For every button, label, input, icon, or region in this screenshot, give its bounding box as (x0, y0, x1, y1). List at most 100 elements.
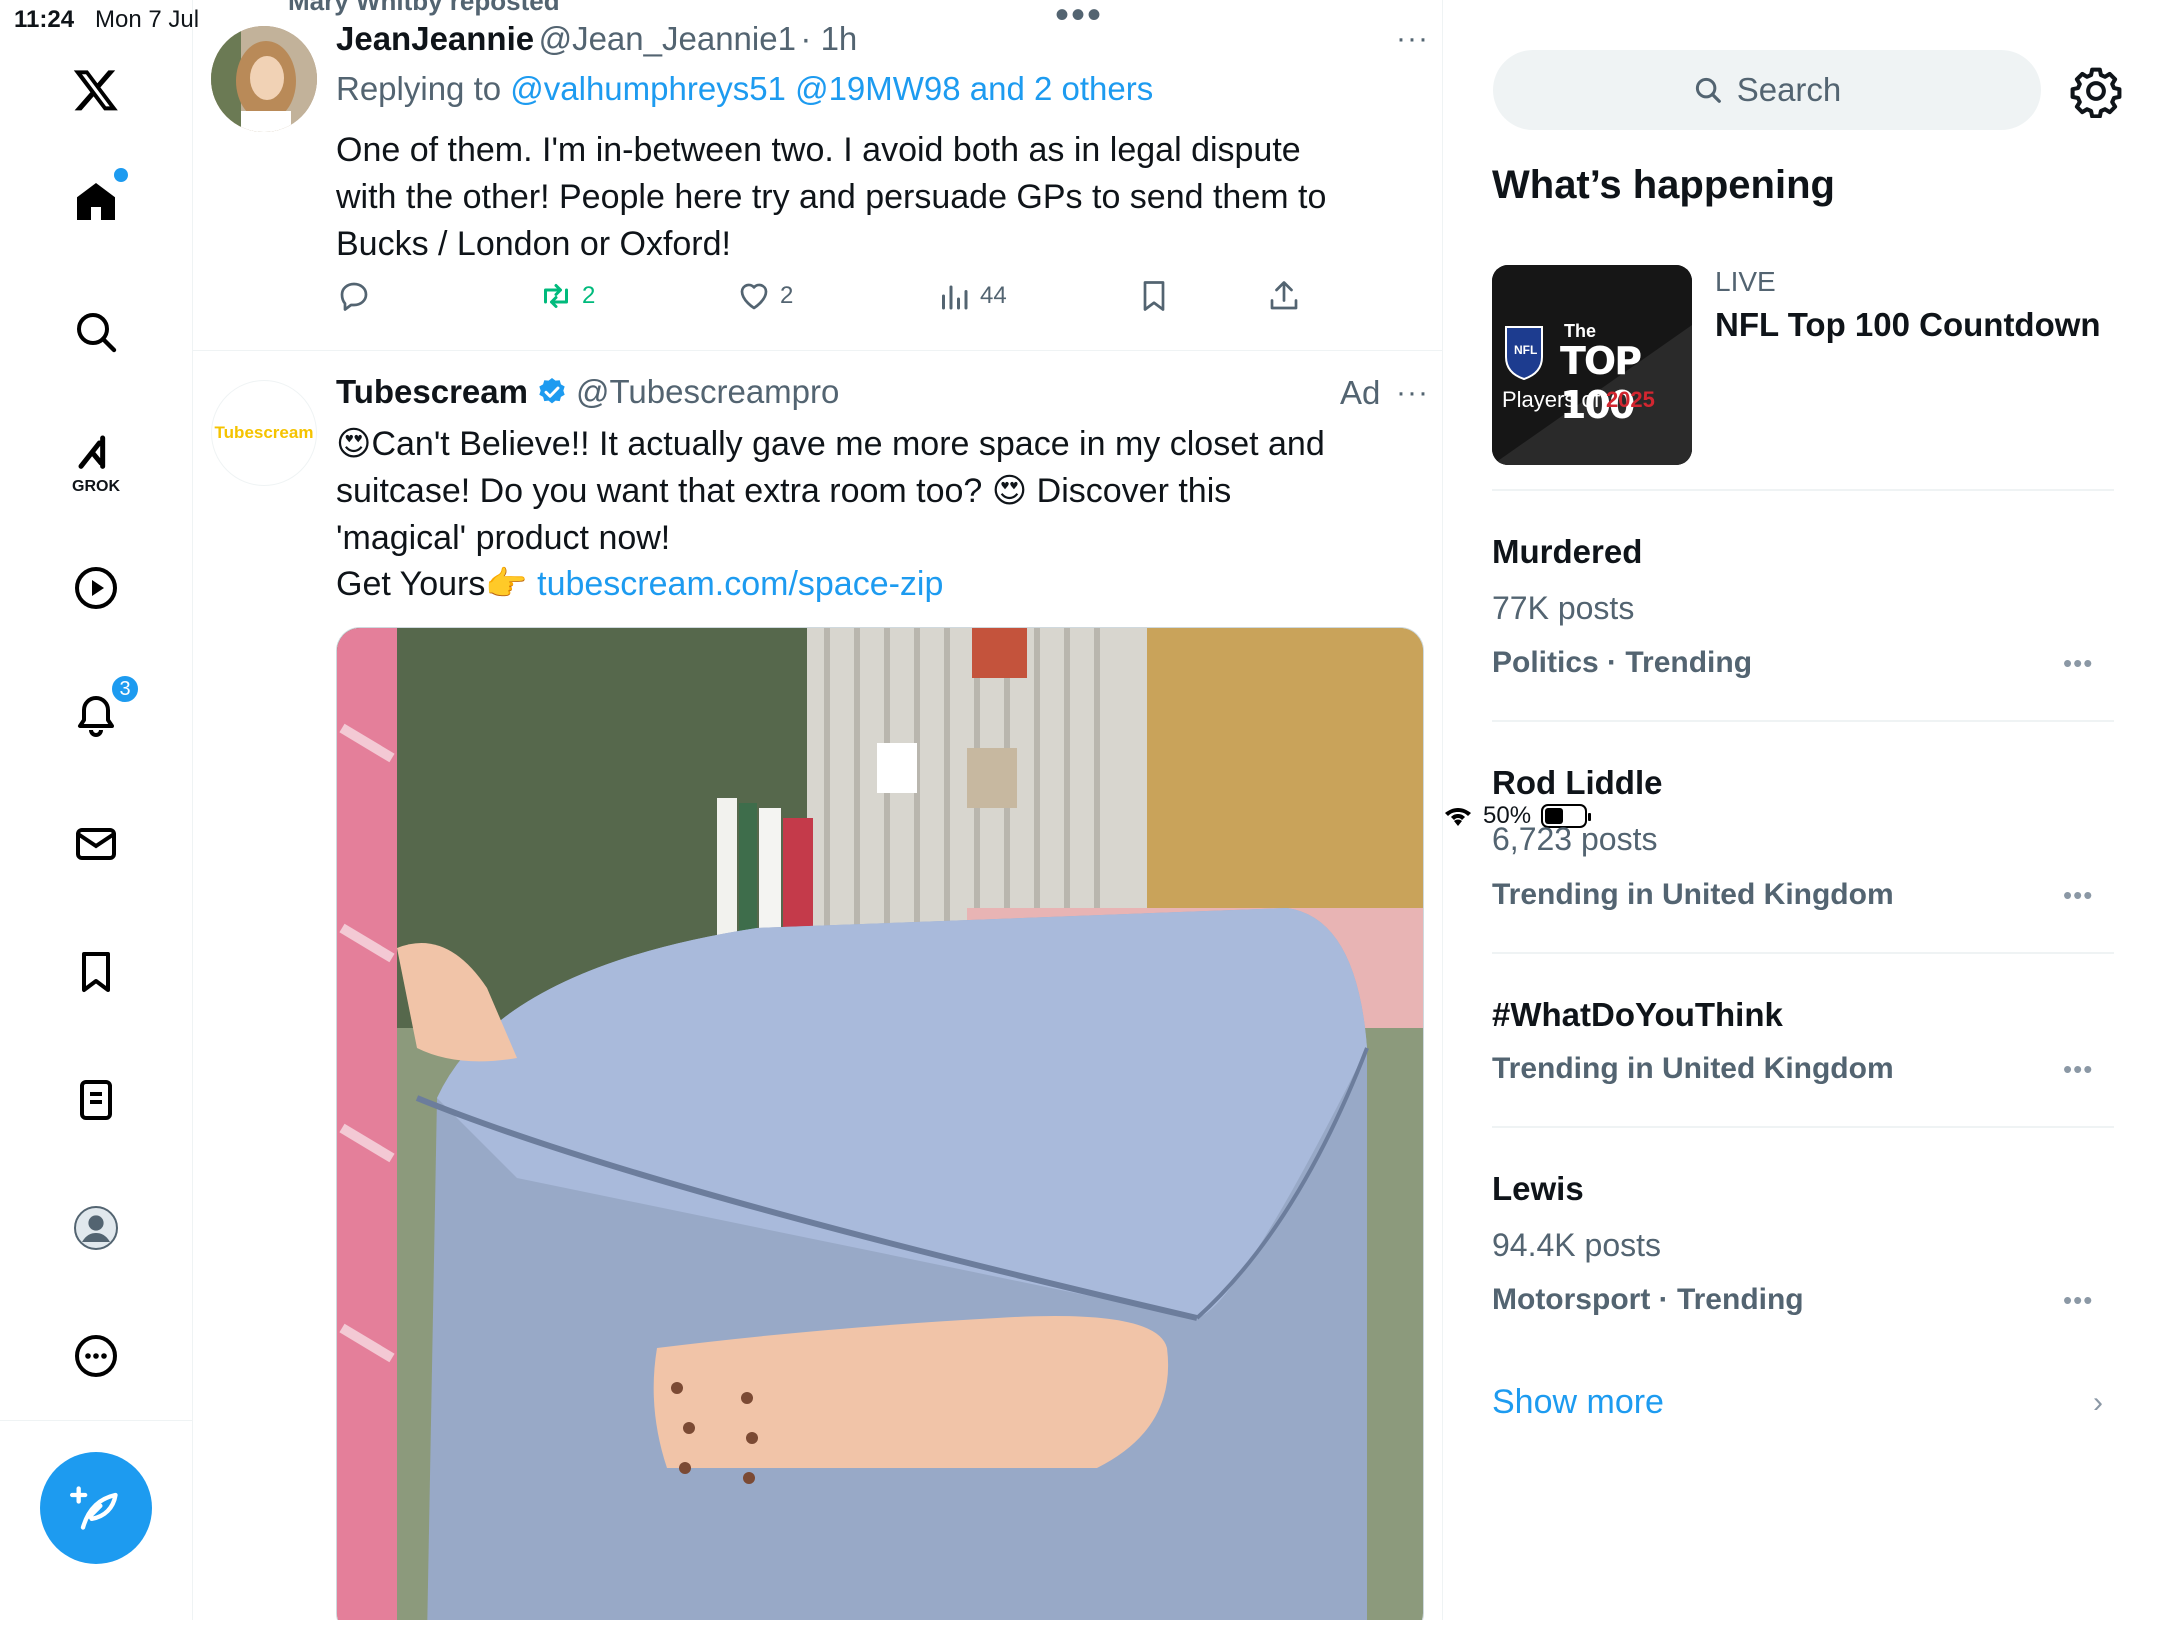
tweet-header: JeanJeannie @Jean_Jeannie1 · 1h (336, 20, 857, 58)
compose-feather-icon (70, 1486, 118, 1530)
tweet-time[interactable]: · 1h (800, 20, 857, 57)
reply-button[interactable] (336, 278, 372, 314)
replying-prefix: Replying to (336, 70, 511, 107)
live-label: LIVE (1715, 266, 1776, 297)
repost-button[interactable]: 2 (538, 278, 595, 314)
trend-name: Murdered (1492, 533, 1643, 570)
compose-button[interactable] (40, 1452, 152, 1564)
author-handle[interactable]: @Jean_Jeannie1 (539, 20, 796, 57)
views-count: 44 (980, 282, 1007, 309)
trend-count: 6,723 posts (1492, 821, 1658, 857)
live-title: NFL Top 100 Countdown (1715, 306, 2101, 343)
repost-indicator: Mary Whitby reposted (288, 0, 560, 16)
ad-video-frame (337, 628, 1423, 1620)
search-bar[interactable]: Search (1493, 50, 2041, 130)
x-logo[interactable] (56, 50, 136, 130)
trend-name: Lewis (1492, 1170, 1584, 1207)
avatar[interactable] (211, 26, 317, 132)
search-icon (77, 313, 117, 353)
ad-label: Ad (1340, 374, 1381, 411)
advertiser-name[interactable]: Tubescream (336, 373, 528, 411)
nav-lists[interactable] (56, 1060, 136, 1140)
nav-video[interactable] (56, 548, 136, 628)
advertiser-avatar[interactable]: Tubescream (211, 380, 317, 486)
like-count: 2 (780, 282, 794, 309)
advertiser-handle[interactable]: @Tubescreampro (576, 373, 839, 411)
nfl-badge-text: NFL (1514, 343, 1538, 357)
right-sidebar: Search What’s happening NFL The TOP 100 … (1443, 0, 2160, 1620)
avatar-photo (211, 26, 317, 132)
views-chart-icon (942, 285, 968, 310)
ad-text: 😍Can't Believe!! It actually gave me mor… (336, 425, 1325, 557)
ad-more-button[interactable]: ··· (1396, 376, 1429, 410)
ad-cta-prefix: Get Yours👉 (336, 565, 538, 603)
trend-more-button[interactable]: ••• (2063, 880, 2093, 911)
trend-category: Trending in United Kingdom (1492, 878, 1894, 911)
show-more-link[interactable]: Show more (1492, 1383, 1664, 1422)
more-circle-icon (75, 1335, 117, 1377)
trend-more-button[interactable]: ••• (2063, 1285, 2093, 1316)
search-icon (1695, 77, 1721, 103)
trend-more-button[interactable]: ••• (2063, 1054, 2093, 1085)
trend-name: Rod Liddle (1492, 764, 1663, 801)
bookmark-icon (82, 952, 110, 992)
bookmark-icon (1143, 281, 1165, 311)
left-nav: GROK 3 (0, 0, 193, 1620)
tweet-actions: 2 2 44 (336, 278, 1298, 326)
thumb-line2: TOP 100 (1560, 339, 1642, 427)
nav-notifications[interactable]: 3 (56, 674, 140, 756)
nav-divider (0, 1420, 193, 1421)
bookmark-button[interactable] (1136, 278, 1172, 314)
verified-badge-icon (539, 378, 565, 404)
top-handle-dots[interactable]: ••• (1055, 0, 1103, 35)
trend-divider (1492, 489, 2114, 491)
grok-label: GROK (72, 478, 120, 495)
bell-icon (78, 696, 114, 737)
tweet-more-button[interactable]: ··· (1396, 22, 1429, 56)
profile-avatar-icon (74, 1206, 118, 1250)
share-icon (1270, 281, 1298, 310)
notifications-badge: 3 (110, 674, 140, 704)
search-placeholder: Search (1736, 71, 1842, 108)
trend-more-button[interactable]: ••• (2063, 648, 2093, 679)
grok-icon (78, 435, 106, 469)
settings-gear-icon[interactable] (2069, 64, 2123, 118)
like-button[interactable]: 2 (736, 278, 793, 314)
nav-more[interactable] (56, 1316, 136, 1396)
nav-grok[interactable]: GROK (56, 420, 136, 500)
trend-category: Motorsport · Trending (1492, 1283, 1804, 1316)
heart-icon (740, 283, 768, 310)
trend-divider (1492, 720, 2114, 722)
nav-home[interactable] (56, 162, 136, 242)
nfl-thumbnail: NFL The TOP 100 Players of 2025 (1492, 265, 1692, 465)
thumb-line3: Players of 2025 (1502, 387, 1655, 413)
ad-cta: Get Yours👉 tubescream.com/space-zip (336, 561, 1336, 608)
views-button[interactable]: 44 (936, 278, 1007, 314)
nav-messages[interactable] (56, 804, 136, 884)
ad-video-media[interactable] (336, 627, 1424, 1620)
nav-explore[interactable] (56, 292, 136, 372)
play-icon (75, 567, 117, 609)
trend-divider (1492, 952, 2114, 954)
trend-name: #WhatDoYouThink (1492, 996, 1783, 1033)
trend-count: 77K posts (1492, 590, 1635, 626)
tweet-divider (193, 350, 1442, 351)
share-button[interactable] (1266, 278, 1302, 314)
trend-divider (1492, 1126, 2114, 1128)
x-logo-icon (73, 70, 118, 111)
list-icon (80, 1080, 112, 1120)
ad-link[interactable]: tubescream.com/space-zip (537, 565, 943, 603)
advertiser-logo-text: Tubescream (214, 423, 314, 442)
nav-bookmarks[interactable] (56, 932, 136, 1012)
ad-header: Tubescream @Tubescreampro (336, 373, 839, 411)
chevron-right-icon: › (2093, 1386, 2103, 1419)
replying-to: Replying to @valhumphreys51 @19MW98 and … (336, 70, 1153, 108)
nav-profile[interactable] (56, 1188, 136, 1268)
tweet-text: One of them. I'm in-between two. I avoid… (336, 131, 1327, 263)
main-feed[interactable]: Mary Whitby reposted ••• JeanJeannie @Je… (193, 0, 1443, 1620)
trend-category: Trending in United Kingdom (1492, 1052, 1894, 1085)
author-name[interactable]: JeanJeannie (336, 20, 534, 57)
replying-users-link[interactable]: @valhumphreys51 @19MW98 and 2 others (510, 70, 1153, 107)
mail-icon (76, 828, 116, 860)
thumb-year: 2025 (1605, 387, 1655, 412)
